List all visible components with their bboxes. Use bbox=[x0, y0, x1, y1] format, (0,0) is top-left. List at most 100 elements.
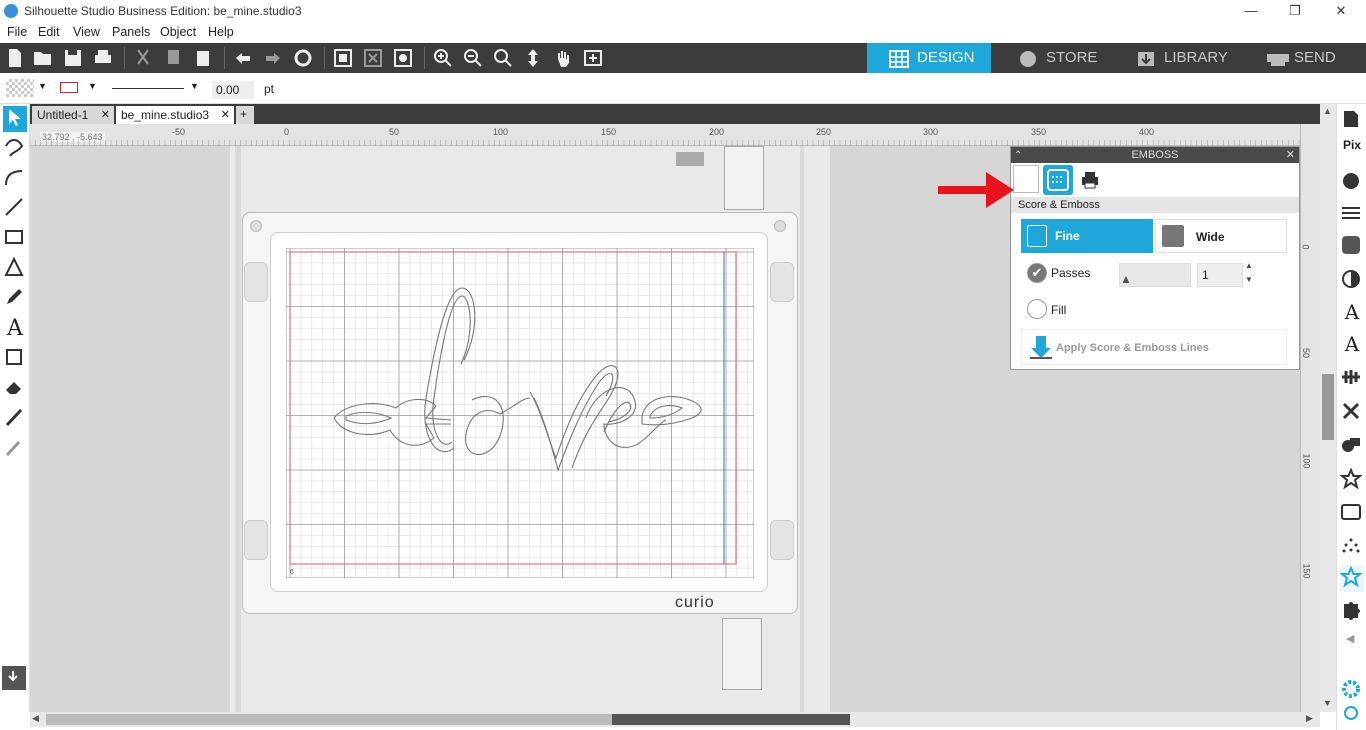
knife-tool-icon[interactable] bbox=[3, 406, 27, 432]
modify-icon[interactable] bbox=[1340, 434, 1364, 460]
menu-panels[interactable]: Panels bbox=[112, 25, 150, 39]
horizontal-scrollbar[interactable]: ◀ ▶ bbox=[30, 712, 1320, 727]
scroll-left-icon[interactable]: ◀ bbox=[32, 713, 39, 724]
scroll-right-icon[interactable]: ▶ bbox=[1306, 713, 1313, 724]
stepper-up-icon[interactable]: ▲ bbox=[1245, 261, 1253, 270]
draw-tool-icon[interactable] bbox=[3, 346, 27, 372]
wide-option-button[interactable]: Wide bbox=[1155, 219, 1287, 253]
line-style-icon[interactable] bbox=[1340, 202, 1364, 228]
menu-view[interactable]: View bbox=[73, 25, 100, 39]
scroll-thumb[interactable] bbox=[612, 714, 850, 725]
page-setup-icon[interactable] bbox=[1340, 108, 1364, 134]
vertical-scrollbar[interactable]: ▲ ▼ bbox=[1320, 104, 1336, 712]
fit-to-page-icon[interactable] bbox=[582, 47, 606, 69]
curve-tool-icon[interactable] bbox=[3, 166, 27, 192]
scroll-down-icon[interactable]: ▼ bbox=[1323, 698, 1332, 708]
save-icon[interactable] bbox=[62, 47, 86, 69]
menu-object[interactable]: Object bbox=[160, 25, 196, 39]
line-style-preview[interactable] bbox=[112, 88, 184, 89]
collapse-left-icon[interactable]: ◀ bbox=[1346, 632, 1354, 645]
minimize-button[interactable]: — bbox=[1236, 2, 1266, 20]
tab-design[interactable]: DESIGN bbox=[867, 43, 991, 73]
fine-option-button[interactable]: Fine bbox=[1021, 219, 1153, 253]
menu-file[interactable]: File bbox=[7, 25, 27, 39]
restore-button[interactable]: ❐ bbox=[1280, 2, 1310, 20]
zoom-selection-icon[interactable] bbox=[492, 47, 516, 69]
redo-icon[interactable] bbox=[262, 47, 286, 69]
eraser-tool-icon[interactable] bbox=[3, 376, 27, 402]
compound-path-icon[interactable] bbox=[392, 47, 416, 69]
line-color-swatch[interactable] bbox=[60, 82, 78, 93]
fill-checkbox[interactable] bbox=[1027, 299, 1047, 319]
cut-icon[interactable] bbox=[132, 47, 156, 69]
stepper-down-icon[interactable]: ▼ bbox=[1245, 275, 1253, 284]
passes-input[interactable]: 1 bbox=[1197, 263, 1243, 287]
paste-icon[interactable] bbox=[192, 47, 216, 69]
scroll-thumb[interactable] bbox=[1322, 374, 1334, 440]
tab-untitled-1[interactable]: Untitled-1 ✕ bbox=[32, 106, 114, 124]
new-file-icon[interactable] bbox=[4, 47, 28, 69]
print-icon[interactable] bbox=[92, 47, 116, 69]
close-button[interactable]: ✕ bbox=[1326, 2, 1356, 20]
text-to-path-icon[interactable]: A bbox=[1340, 332, 1364, 358]
group-icon[interactable] bbox=[332, 47, 356, 69]
settings-icon[interactable] bbox=[1340, 678, 1364, 704]
align-icon[interactable] bbox=[1340, 366, 1364, 392]
refresh-icon[interactable] bbox=[1340, 702, 1364, 728]
download-panel-icon[interactable] bbox=[2, 666, 26, 690]
horizontal-ruler: 32.792 , -5.643 -50 0 50 100 150 200 250… bbox=[30, 124, 1320, 146]
chevron-down-icon[interactable]: ▼ bbox=[88, 81, 97, 91]
passes-slider[interactable]: ▲ bbox=[1119, 263, 1191, 287]
undo-icon[interactable] bbox=[232, 47, 256, 69]
passes-checkbox[interactable]: ✔ bbox=[1027, 263, 1047, 283]
trace-icon[interactable] bbox=[1340, 502, 1364, 528]
tab-send[interactable]: SEND bbox=[1244, 43, 1366, 73]
open-folder-icon[interactable] bbox=[32, 47, 56, 69]
copy-icon[interactable] bbox=[162, 47, 186, 69]
tab-be-mine[interactable]: be_mine.studio3 ✕ bbox=[116, 106, 234, 124]
collapse-icon[interactable]: ⌃ bbox=[1014, 148, 1022, 164]
print-emboss-icon[interactable] bbox=[1079, 169, 1101, 191]
zoom-out-icon[interactable] bbox=[462, 47, 486, 69]
line-width-input[interactable]: 0.00 bbox=[212, 81, 254, 99]
select-arrow-icon[interactable] bbox=[3, 106, 27, 132]
emboss-mode-icon[interactable] bbox=[1013, 165, 1039, 193]
close-icon[interactable]: ✕ bbox=[1286, 147, 1295, 163]
redraw-icon[interactable] bbox=[292, 47, 316, 69]
offset-icon[interactable] bbox=[1339, 467, 1364, 494]
emboss-icon[interactable] bbox=[1339, 565, 1364, 592]
pencil-tool-icon[interactable] bbox=[3, 286, 27, 312]
tab-library[interactable]: LIBRARY bbox=[1114, 43, 1244, 73]
menu-help[interactable]: Help bbox=[208, 25, 234, 39]
line-tool-icon[interactable] bbox=[3, 196, 27, 222]
apply-score-emboss-button[interactable]: Apply Score & Emboss Lines bbox=[1021, 329, 1287, 365]
score-emboss-tab-icon[interactable] bbox=[1043, 165, 1073, 195]
replicate-icon[interactable] bbox=[1340, 400, 1364, 426]
fill-pattern-icon[interactable] bbox=[1340, 234, 1364, 260]
pixscan-icon[interactable]: Pix bbox=[1340, 138, 1364, 164]
edit-points-icon[interactable] bbox=[3, 136, 27, 162]
fill-icon[interactable] bbox=[1340, 170, 1364, 196]
tab-store[interactable]: STORE bbox=[996, 43, 1114, 73]
text-tool-icon[interactable]: A bbox=[3, 316, 27, 342]
rectangle-tool-icon[interactable] bbox=[3, 226, 27, 252]
new-tab-button[interactable]: + bbox=[236, 106, 254, 124]
gradient-icon[interactable] bbox=[1340, 268, 1364, 294]
scroll-up-icon[interactable]: ▲ bbox=[1323, 106, 1332, 116]
chevron-down-icon[interactable]: ▼ bbox=[190, 81, 199, 91]
slider-handle-icon[interactable]: ▲ bbox=[1120, 272, 1132, 286]
ungroup-icon[interactable] bbox=[362, 47, 386, 69]
sketch-icon[interactable] bbox=[1340, 536, 1364, 562]
puzzle-icon[interactable] bbox=[1340, 600, 1364, 626]
polygon-tool-icon[interactable] bbox=[3, 256, 27, 282]
menu-edit[interactable]: Edit bbox=[38, 25, 60, 39]
drag-zoom-icon[interactable] bbox=[522, 47, 546, 69]
fill-pattern-swatch[interactable] bbox=[6, 79, 34, 97]
eyedropper-icon[interactable] bbox=[3, 436, 27, 462]
close-icon[interactable]: ✕ bbox=[221, 108, 230, 121]
close-icon[interactable]: ✕ bbox=[101, 108, 110, 121]
text-style-icon[interactable]: A bbox=[1340, 300, 1364, 326]
pan-hand-icon[interactable] bbox=[552, 47, 576, 69]
chevron-down-icon[interactable]: ▼ bbox=[38, 81, 47, 91]
zoom-in-icon[interactable] bbox=[432, 47, 456, 69]
